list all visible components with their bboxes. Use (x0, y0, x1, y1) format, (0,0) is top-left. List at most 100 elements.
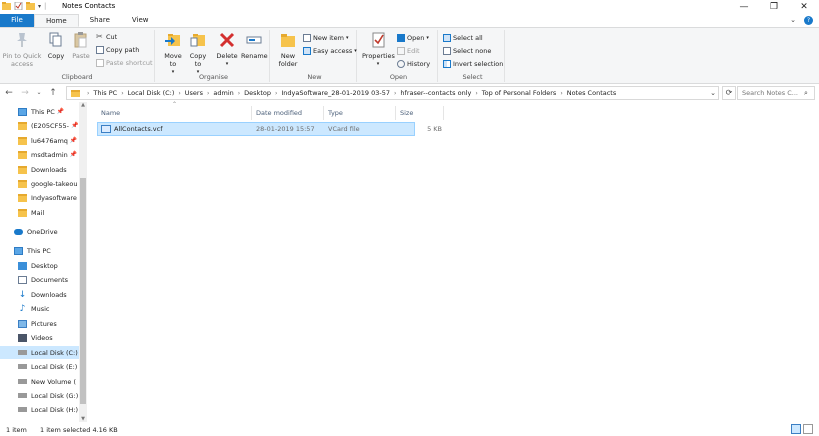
select-none-button[interactable]: Select none (443, 47, 491, 55)
properties-icon[interactable] (14, 2, 23, 10)
breadcrumb-admin[interactable]: admin (213, 89, 233, 97)
nav-pc-local-disk-g[interactable]: Local Disk (G:) (18, 389, 88, 402)
nav-pc-downloads[interactable]: ↓ Downloads (18, 288, 88, 301)
large-icons-view-icon[interactable] (803, 424, 813, 434)
search-input[interactable] (742, 87, 802, 99)
properties-button[interactable]: Properties ▾ (362, 32, 395, 68)
details-view-icon[interactable] (791, 424, 801, 434)
breadcrumb-chevron-icon[interactable]: › (394, 90, 396, 97)
scrollbar-thumb[interactable] (80, 178, 86, 404)
nav-quick-google-takeout[interactable]: google-takeou (18, 177, 88, 190)
breadcrumb-this-pc[interactable]: This PC (93, 89, 117, 97)
pin-icon (17, 33, 27, 47)
cut-button[interactable]: ✂ Cut (96, 32, 117, 42)
new-folder-icon[interactable] (26, 2, 35, 10)
address-dropdown-icon[interactable]: ⌄ (707, 86, 719, 100)
edit-button[interactable]: Edit (397, 47, 420, 55)
column-header-date[interactable]: Date modified (252, 106, 324, 120)
breadcrumb-indyasoftware[interactable]: IndyaSoftware_28-01-2019 03-57 (281, 89, 390, 97)
nav-pc-documents[interactable]: Documents (18, 273, 88, 286)
up-arrow-icon[interactable]: ↑ (48, 87, 58, 99)
breadcrumb-chevron-icon[interactable]: › (475, 90, 477, 97)
tab-view[interactable]: View (121, 14, 160, 27)
close-button[interactable]: ✕ (789, 0, 819, 14)
nav-pc-local-disk-h[interactable]: Local Disk (H:) (18, 403, 88, 416)
nav-pc-local-disk-e[interactable]: Local Disk (E:) (18, 360, 88, 373)
invert-selection-button[interactable]: Invert selection (443, 60, 503, 68)
paste-shortcut-button[interactable]: Paste shortcut (96, 59, 153, 67)
refresh-icon[interactable]: ⟳ (722, 86, 736, 100)
nav-pc-pictures[interactable]: Pictures (18, 317, 88, 330)
copy-path-label: Copy path (106, 46, 140, 54)
copy-button[interactable]: Copy (44, 32, 68, 60)
file-row[interactable]: AllContacts.vcf 28-01-2019 15:57 VCard f… (97, 122, 442, 136)
column-header-type[interactable]: Type (324, 106, 396, 120)
nav-quick-this-pc[interactable]: This PC 📌 (18, 105, 88, 118)
pictures-icon (18, 319, 27, 328)
new-item-icon (303, 34, 311, 42)
nav-this-pc[interactable]: This PC (14, 244, 88, 257)
forward-arrow-icon[interactable]: → (20, 87, 30, 99)
maximize-button[interactable]: ❐ (759, 0, 789, 14)
nav-pc-music[interactable]: ♪ Music (18, 302, 88, 315)
history-button[interactable]: History (397, 60, 430, 68)
new-item-button[interactable]: New item ▾ (303, 34, 348, 42)
nav-pc-desktop[interactable]: Desktop (18, 259, 88, 272)
breadcrumb-desktop[interactable]: Desktop (244, 89, 271, 97)
nav-quick-downloads[interactable]: Downloads (18, 163, 88, 176)
nav-pane-scrollbar[interactable]: ▲ ▼ (79, 102, 87, 422)
nav-pc-videos[interactable]: Videos (18, 331, 88, 344)
nav-quick-mail[interactable]: Mail (18, 206, 88, 219)
rename-button[interactable]: Rename (241, 32, 268, 60)
new-folder-button[interactable]: New folder (275, 32, 301, 68)
tab-share[interactable]: Share (79, 14, 121, 27)
search-icon[interactable]: ⌕ (804, 87, 808, 99)
copy-to-button[interactable]: Copy to ▾ (186, 32, 210, 76)
copy-path-button[interactable]: Copy path (96, 46, 139, 54)
breadcrumb-chevron-icon[interactable]: › (238, 90, 240, 97)
nav-quick-msdtadmin[interactable]: msdtadmin 📌 (18, 148, 88, 161)
breadcrumb-chevron-icon[interactable]: › (121, 90, 123, 97)
easy-access-icon (303, 47, 311, 55)
nav-quick-lu6476amq[interactable]: lu6476amq 📌 (18, 134, 88, 147)
nav-pc-new-volume[interactable]: New Volume ( (18, 375, 88, 388)
recent-dropdown-icon[interactable]: ⌄ (36, 87, 42, 99)
address-bar[interactable]: › This PC › Local Disk (C:) › Users › ad… (66, 86, 719, 100)
breadcrumb-chevron-icon[interactable]: › (560, 90, 562, 97)
breadcrumb-chevron-icon[interactable]: › (178, 90, 180, 97)
move-to-button[interactable]: Move to ▾ (161, 32, 185, 76)
delete-button[interactable]: Delete ▾ (215, 32, 239, 68)
breadcrumb-chevron-icon[interactable]: › (207, 90, 209, 97)
select-all-button[interactable]: Select all (443, 34, 483, 42)
qat-dropdown-icon[interactable]: ▾ (38, 3, 41, 10)
breadcrumb-local-disk[interactable]: Local Disk (C:) (128, 89, 175, 97)
nav-quick-indyasoftware[interactable]: Indyasoftware (18, 191, 88, 204)
nav-label: Videos (31, 333, 53, 342)
folder-icon (18, 121, 27, 130)
breadcrumb-top-of-personal-folders[interactable]: Top of Personal Folders (482, 89, 557, 97)
breadcrumb-chevron-icon[interactable]: › (275, 90, 277, 97)
back-arrow-icon[interactable]: ← (4, 87, 14, 99)
tab-home[interactable]: Home (34, 14, 79, 27)
breadcrumb-hfraser[interactable]: hfraser--contacts only (400, 89, 471, 97)
scissors-icon: ✂ (96, 32, 103, 41)
easy-access-dropdown-icon: ▾ (354, 48, 357, 54)
nav-pc-local-disk-c[interactable]: Local Disk (C:) (0, 346, 79, 359)
paste-button[interactable]: Paste (69, 32, 93, 60)
help-icon[interactable]: ? (804, 16, 813, 25)
column-header-size[interactable]: Size (396, 106, 444, 120)
column-header-name[interactable]: Name (97, 106, 252, 120)
expand-ribbon-icon[interactable]: ⌄ (790, 16, 796, 25)
nav-onedrive[interactable]: OneDrive (14, 225, 88, 238)
nav-quick-e205cf55[interactable]: (E205CF55- 📌 (18, 119, 88, 132)
tab-file[interactable]: File (0, 14, 34, 27)
easy-access-button[interactable]: Easy access ▾ (303, 47, 357, 55)
pin-quick-access-button[interactable]: Pin to Quick access (2, 32, 42, 68)
scroll-down-icon[interactable]: ▼ (79, 416, 87, 422)
minimize-button[interactable]: — (729, 0, 759, 14)
open-button[interactable]: Open ▾ (397, 34, 429, 42)
scroll-up-icon[interactable]: ▲ (79, 102, 87, 108)
breadcrumb-users[interactable]: Users (185, 89, 203, 97)
history-icon (397, 60, 405, 68)
breadcrumb-notes-contacts[interactable]: Notes Contacts (567, 89, 617, 97)
